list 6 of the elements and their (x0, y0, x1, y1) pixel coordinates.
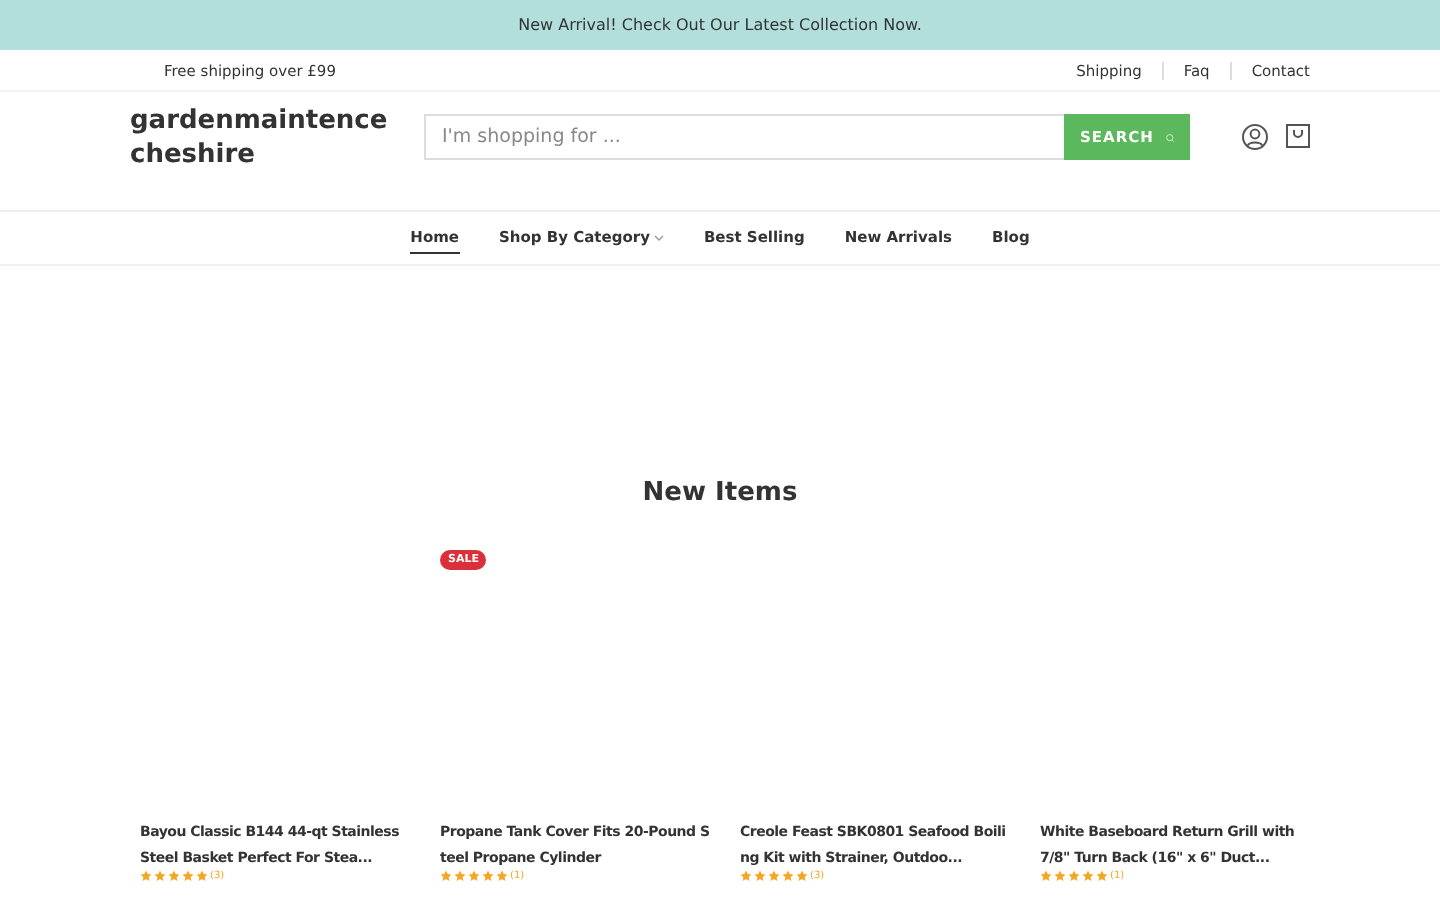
section-title: New Items (640, 476, 800, 512)
search-field[interactable]: I'm shopping for ... (424, 114, 1064, 160)
site-logo[interactable]: gardenmaintencecheshire (130, 106, 390, 172)
announcement-text: New Arrival! Check Out Our Latest Collection Now. (518, 16, 922, 34)
cart-icon[interactable] (1286, 124, 1310, 148)
account-icon[interactable] (1242, 124, 1268, 150)
